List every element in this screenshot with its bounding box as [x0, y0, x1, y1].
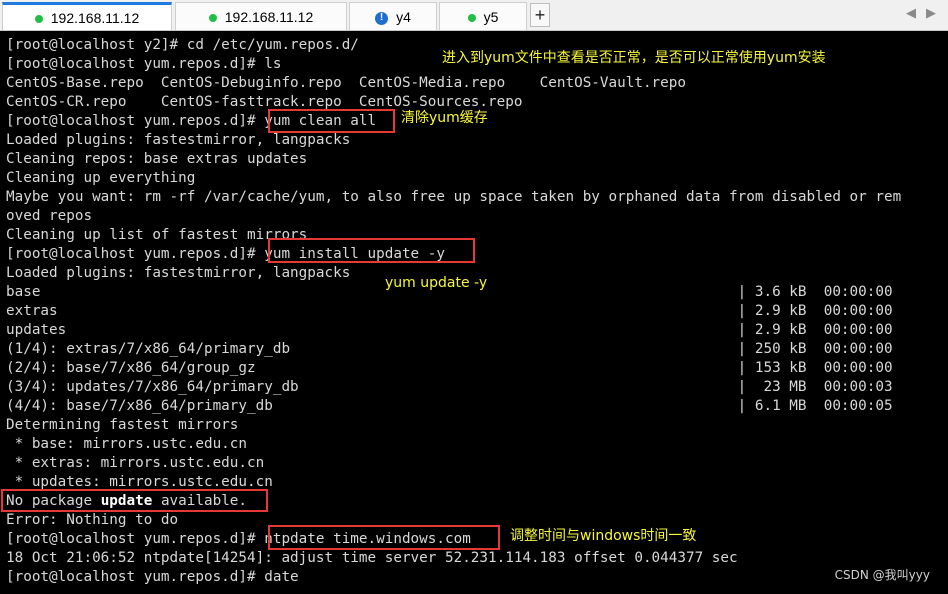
highlight-box-clean	[268, 109, 395, 133]
highlight-box-install	[268, 238, 475, 263]
terminal-line: [root@localhost y2]# cd /etc/yum.repos.d…	[6, 37, 359, 53]
terminal-output[interactable]: [root@localhost y2]# cd /etc/yum.repos.d…	[0, 31, 948, 594]
terminal-line: oved repos	[6, 208, 93, 224]
chevron-right-icon[interactable]: ▶	[926, 6, 936, 21]
annotation-ntpdate: 调整时间与windows时间一致	[510, 528, 697, 544]
green-dot-icon	[34, 11, 43, 25]
terminal-line: extras | 2.9 kB 00:00:00	[6, 303, 893, 319]
terminal-line: Cleaning up everything	[6, 170, 196, 186]
terminal-line: CentOS-Base.repo CentOS-Debuginfo.repo C…	[6, 75, 686, 91]
tab-bar: 192.168.11.12 192.168.11.12 ! y4 y5 + ◀ …	[0, 0, 948, 31]
tab-session-y4[interactable]: ! y4	[349, 2, 437, 30]
terminal-line: Loaded plugins: fastestmirror, langpacks	[6, 132, 351, 148]
tab-label: 192.168.11.12	[224, 8, 314, 25]
warning-icon: !	[375, 8, 389, 25]
tab-session-1[interactable]: 192.168.11.12	[2, 2, 172, 30]
terminal-line: Cleaning repos: base extras updates	[6, 151, 308, 167]
terminal-line: Loaded plugins: fastestmirror, langpacks	[6, 265, 351, 281]
terminal-line: (2/4): base/7/x86_64/group_gz | 153 kB 0…	[6, 360, 893, 376]
terminal-line: * base: mirrors.ustc.edu.cn	[6, 436, 248, 452]
terminal-line: [root@localhost yum.repos.d]# ls	[6, 56, 282, 72]
annotation-clean-cache: 清除yum缓存	[401, 110, 488, 126]
terminal-line: updates | 2.9 kB 00:00:00	[6, 322, 893, 338]
annotation-install: yum update -y	[385, 275, 488, 291]
tab-session-y5[interactable]: y5	[439, 2, 527, 30]
terminal-line: Cleaning up list of fastest mirrors	[6, 227, 308, 243]
tab-label: y5	[483, 8, 499, 25]
annotation-check-repo: 进入到yum文件中查看是否正常，是否可以正常使用yum安装	[442, 50, 826, 66]
terminal-line: 18 Oct 21:06:52 ntpdate[14254]: adjust t…	[6, 550, 738, 566]
add-tab-button[interactable]: +	[530, 3, 550, 27]
highlight-box-ntpdate	[268, 525, 500, 550]
terminal-line: Error: Nothing to do	[6, 512, 179, 528]
terminal-line: (4/4): base/7/x86_64/primary_db | 6.1 MB…	[6, 398, 893, 414]
highlight-box-no-package	[1, 489, 268, 512]
terminal-line: Maybe you want: rm -rf /var/cache/yum, t…	[6, 189, 902, 205]
chevron-left-icon[interactable]: ◀	[906, 6, 916, 21]
tab-label: 192.168.11.12	[50, 9, 140, 26]
tab-label: y4	[396, 8, 411, 25]
watermark: CSDN @我叫yyy	[834, 568, 930, 582]
terminal-line: [root@localhost yum.repos.d]# date	[6, 569, 299, 585]
terminal-line: * extras: mirrors.ustc.edu.cn	[6, 455, 265, 471]
tab-session-2[interactable]: 192.168.11.12	[175, 2, 347, 30]
terminal-line: Determining fastest mirrors	[6, 417, 239, 433]
green-dot-icon	[467, 10, 476, 24]
terminal-line: (3/4): updates/7/x86_64/primary_db | 23 …	[6, 379, 893, 395]
green-dot-icon	[208, 10, 217, 24]
terminal-line: (1/4): extras/7/x86_64/primary_db | 250 …	[6, 341, 893, 357]
